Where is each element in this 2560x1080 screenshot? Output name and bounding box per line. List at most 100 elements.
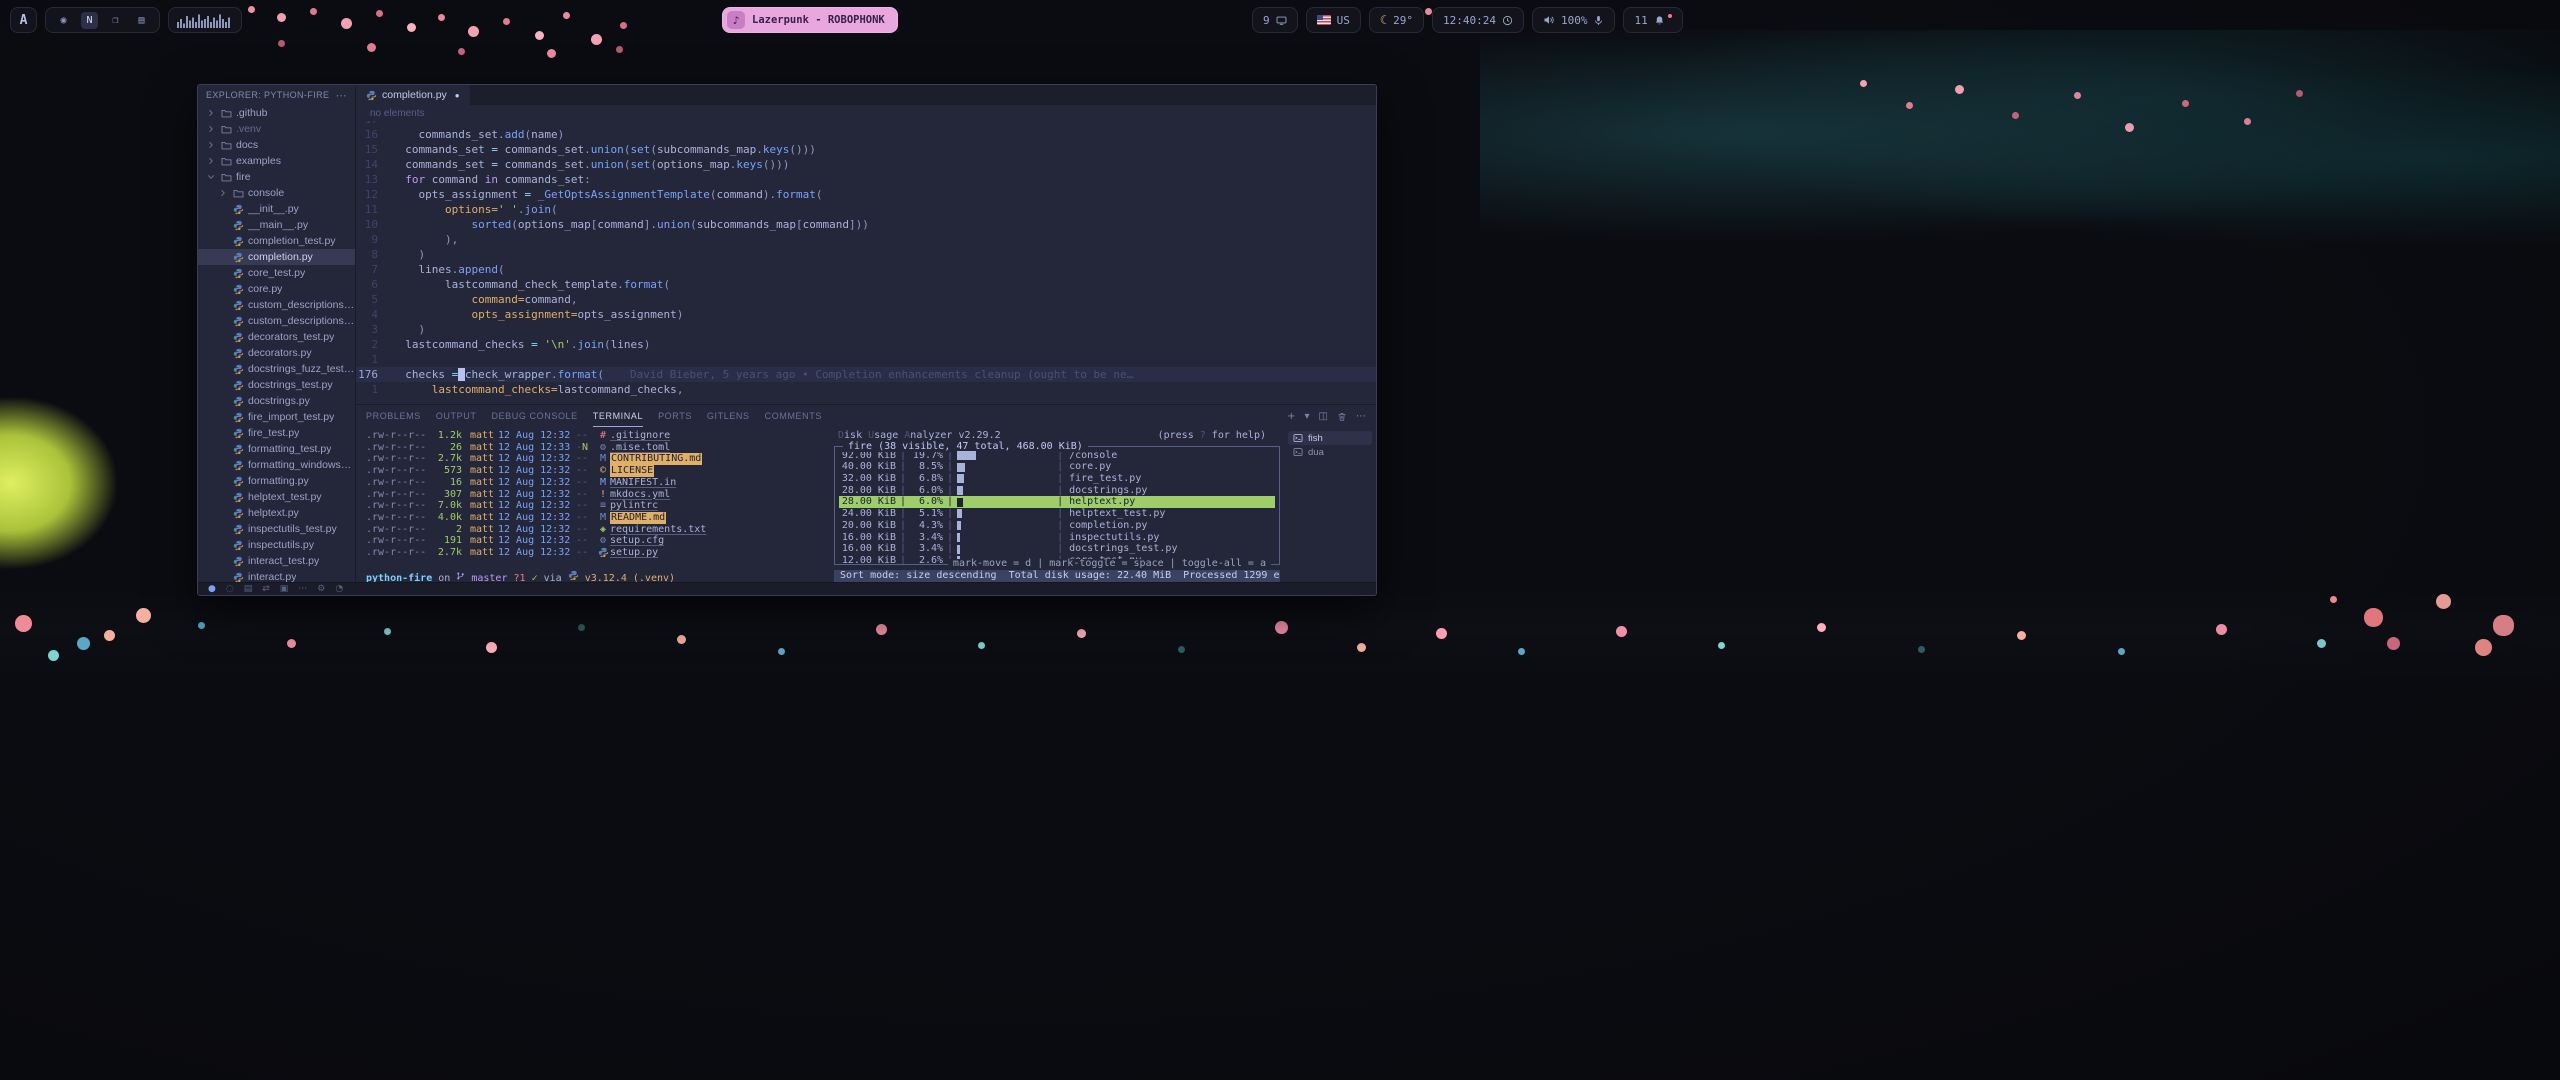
file-permissions: .rw-r--r--	[366, 442, 428, 454]
tree-item-__init__.py[interactable]: __init__.py	[198, 201, 355, 217]
tree-item-fire[interactable]: fire	[198, 169, 355, 185]
tree-item-helptext_test.py[interactable]: helptext_test.py	[198, 489, 355, 505]
tree-item-interact.py[interactable]: interact.py	[198, 569, 355, 582]
panel-tab-terminal[interactable]: TERMINAL	[593, 406, 643, 427]
cpu-graph-widget[interactable]	[168, 7, 242, 33]
code-line[interactable]: 5 command=command,	[356, 292, 1376, 307]
dua-row-helptext_test.py[interactable]: 24.00 KiB|5.1%||helptext_test.py	[839, 508, 1275, 520]
pie-chart-icon[interactable]: ◔	[335, 584, 343, 594]
tree-item-fire_import_test.py[interactable]: fire_import_test.py	[198, 409, 355, 425]
split-terminal-icon[interactable]: ◫	[1319, 411, 1328, 422]
workspace-window-icon[interactable]: ❐	[107, 12, 124, 29]
settings-gear-icon[interactable]: ⚙	[317, 584, 325, 594]
tree-item-fire_test.py[interactable]: fire_test.py	[198, 425, 355, 441]
tree-item-.venv[interactable]: .venv	[198, 121, 355, 137]
tab-completion-py[interactable]: completion.py ●	[356, 85, 471, 105]
tree-item-inspectutils_test.py[interactable]: inspectutils_test.py	[198, 521, 355, 537]
tree-item-examples[interactable]: examples	[198, 153, 355, 169]
panel-tab-problems[interactable]: PROBLEMS	[366, 406, 421, 427]
code-line[interactable]: 16 commands_set.add(name)	[356, 127, 1376, 142]
terminal-session-dua[interactable]: dua	[1288, 445, 1372, 459]
keyboard-layout-pill[interactable]: US	[1306, 7, 1361, 33]
code-line[interactable]: 1 lastcommand_checks=lastcommand_checks,	[356, 382, 1376, 397]
dua-row-docstrings_test.py[interactable]: 16.00 KiB|3.4%||docstrings_test.py	[839, 543, 1275, 555]
code-line[interactable]: 4 opts_assignment=opts_assignment)	[356, 307, 1376, 322]
tree-item-docstrings_test.py[interactable]: docstrings_test.py	[198, 377, 355, 393]
volume-pill[interactable]: 100%	[1532, 7, 1616, 33]
code-line[interactable]: 15 commands_set = commands_set.union(set…	[356, 142, 1376, 157]
screens-pill[interactable]: 9	[1252, 7, 1298, 33]
dua-row-inspectutils.py[interactable]: 16.00 KiB|3.4%||inspectutils.py	[839, 532, 1275, 544]
code-line[interactable]: 2 lastcommand_checks = '\n'.join(lines)	[356, 337, 1376, 352]
code-line[interactable]: 10 sorted(options_map[command].union(sub…	[356, 217, 1376, 232]
profile-chevron-icon[interactable]: ▾	[1305, 411, 1310, 422]
dua-row-helptext.py[interactable]: 28.00 KiB|6.0%||helptext.py	[839, 496, 1275, 508]
launcher-button[interactable]: A	[10, 7, 37, 33]
terminal-dua[interactable]: Disk Usage Analyzer v2.29.2(press ? for …	[834, 430, 1280, 582]
panel-tab-debug-console[interactable]: DEBUG CONSOLE	[491, 406, 577, 427]
top-bar-right: 9 US ☾ 29° 12:40:24 100% 11	[1252, 7, 1683, 33]
code-line[interactable]: 14 commands_set = commands_set.union(set…	[356, 157, 1376, 172]
new-terminal-icon[interactable]: +	[1287, 411, 1295, 422]
layout-icon[interactable]: ▣	[280, 584, 289, 594]
now-playing-pill[interactable]: ♪ Lazerpunk - ROBOPHONK	[722, 7, 898, 33]
code-line[interactable]: 9 ),	[356, 232, 1376, 247]
tree-item-docstrings.py[interactable]: docstrings.py	[198, 393, 355, 409]
workspace-document-icon[interactable]: ▤	[133, 12, 150, 29]
panel-tab-gitlens[interactable]: GITLENS	[707, 406, 750, 427]
compare-icon[interactable]: ⇄	[262, 584, 270, 594]
panel-tab-output[interactable]: OUTPUT	[436, 406, 477, 427]
tree-item-docs[interactable]: docs	[198, 137, 355, 153]
notifications-pill[interactable]: 11	[1623, 7, 1682, 33]
tree-item-core_test.py[interactable]: core_test.py	[198, 265, 355, 281]
code-line-current[interactable]: 176 checks = check_wrapper.format(David …	[356, 367, 1376, 382]
kill-terminal-icon[interactable]	[1337, 411, 1347, 422]
tree-item-inspectutils.py[interactable]: inspectutils.py	[198, 537, 355, 553]
breadcrumb[interactable]: no elements	[356, 105, 1376, 121]
tree-item-helptext.py[interactable]: helptext.py	[198, 505, 355, 521]
dua-row-completion.py[interactable]: 20.00 KiB|4.3%||completion.py	[839, 520, 1275, 532]
code-line[interactable]: 13 for command in commands_set:	[356, 172, 1376, 187]
tree-item-formatting.py[interactable]: formatting.py	[198, 473, 355, 489]
dua-row-fire_test.py[interactable]: 32.00 KiB|6.8%||fire_test.py	[839, 473, 1275, 485]
more-actions-icon[interactable]: ⋯	[1356, 411, 1366, 422]
weather-pill[interactable]: ☾ 29°	[1369, 7, 1424, 33]
tree-item-formatting_windows_test.py[interactable]: formatting_windows_test.py	[198, 457, 355, 473]
more-icon[interactable]: ⋯	[298, 584, 307, 594]
tree-item-formatting_test.py[interactable]: formatting_test.py	[198, 441, 355, 457]
dua-row-core.py[interactable]: 40.00 KiB|8.5%||core.py	[839, 461, 1275, 473]
tree-item-custom_descriptions.py[interactable]: custom_descriptions.py	[198, 313, 355, 329]
code-line[interactable]: 3 )	[356, 322, 1376, 337]
workspace-n-icon[interactable]: N	[81, 12, 98, 29]
tree-item-completion.py[interactable]: completion.py	[198, 249, 355, 265]
code-line[interactable]: 6 lastcommand_check_template.format(	[356, 277, 1376, 292]
tree-item-decorators.py[interactable]: decorators.py	[198, 345, 355, 361]
search-icon[interactable]: ◌	[226, 584, 234, 594]
tree-item-interact_test.py[interactable]: interact_test.py	[198, 553, 355, 569]
code-line[interactable]: 7 lines.append(	[356, 262, 1376, 277]
code-editor[interactable]: 17 """16 commands_set.add(name)15 comman…	[356, 121, 1376, 404]
tree-item-.github[interactable]: .github	[198, 105, 355, 121]
modified-dot-icon[interactable]: ●	[455, 91, 460, 100]
panel-tab-comments[interactable]: COMMENTS	[765, 406, 822, 427]
code-line[interactable]: 12 opts_assignment = _GetOptsAssignmentT…	[356, 187, 1376, 202]
files-icon[interactable]: ▤	[244, 584, 253, 594]
workspace-circle-icon[interactable]: ◉	[55, 12, 72, 29]
tree-item-core.py[interactable]: core.py	[198, 281, 355, 297]
tree-item-docstrings_fuzz_test.py[interactable]: docstrings_fuzz_test.py	[198, 361, 355, 377]
tree-item-__main__.py[interactable]: __main__.py	[198, 217, 355, 233]
code-line[interactable]: 11 options=' '.join(	[356, 202, 1376, 217]
remote-indicator-icon[interactable]: ●	[208, 584, 216, 594]
code-line[interactable]: 1	[356, 352, 1376, 367]
tree-item-completion_test.py[interactable]: completion_test.py	[198, 233, 355, 249]
clock-pill[interactable]: 12:40:24	[1432, 7, 1524, 33]
terminal-session-fish[interactable]: fish	[1288, 431, 1372, 445]
tree-item-decorators_test.py[interactable]: decorators_test.py	[198, 329, 355, 345]
code-line[interactable]: 8 )	[356, 247, 1376, 262]
explorer-more-actions-icon[interactable]: ⋯	[336, 89, 347, 102]
panel-tab-ports[interactable]: PORTS	[658, 406, 692, 427]
terminal-fish[interactable]: .rw-r--r--1.2kmatt12 Aug 12:32--#.gitign…	[366, 430, 828, 582]
tree-item-custom_descriptions_test[interactable]: custom_descriptions_test…	[198, 297, 355, 313]
dua-row-docstrings.py[interactable]: 28.00 KiB|6.0%||docstrings.py	[839, 485, 1275, 497]
tree-item-console[interactable]: console	[198, 185, 355, 201]
